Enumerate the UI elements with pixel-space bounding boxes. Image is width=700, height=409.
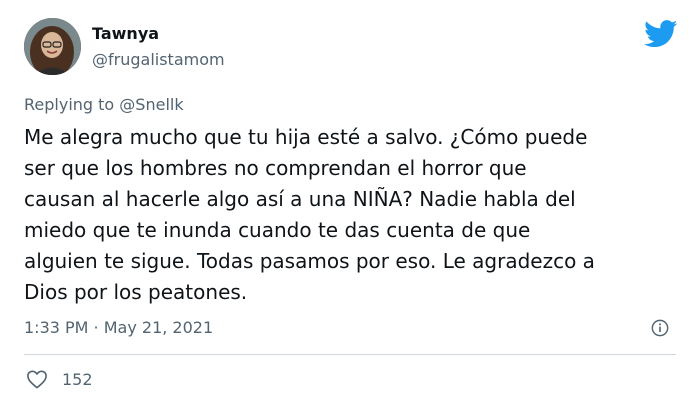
heart-icon[interactable]: [26, 369, 48, 389]
like-count: 152: [62, 369, 93, 389]
tweet-line: Dios por los peatones.: [24, 280, 248, 304]
tweet-line: miedo que te inunda cuando te das cuenta…: [24, 218, 531, 242]
reply-mention-link[interactable]: @Snellk: [119, 95, 183, 114]
twitter-bird-icon[interactable]: [644, 20, 678, 48]
avatar[interactable]: [24, 18, 81, 75]
tweet-timestamp[interactable]: 1:33 PM · May 21, 2021: [24, 318, 213, 337]
tweet-text: Me alegra mucho que tu hija esté a salvo…: [24, 122, 684, 308]
tweet-line: Me alegra mucho que tu hija esté a salvo…: [24, 125, 588, 149]
replying-prefix: Replying to: [24, 95, 115, 114]
author-name[interactable]: Tawnya: [92, 24, 159, 43]
tweet-line: alguien te sigue. Todas pasamos por eso.…: [24, 249, 595, 273]
tweet-line: ser que los hombres no comprendan el hor…: [24, 156, 527, 180]
divider: [24, 354, 676, 355]
like-button[interactable]: 152: [26, 369, 93, 389]
replying-to: Replying to @Snellk: [24, 95, 184, 114]
tweet-line: causan al hacerle algo así a una NIÑA? N…: [24, 187, 576, 211]
author-handle[interactable]: @frugalistamom: [92, 50, 225, 69]
info-icon[interactable]: [651, 319, 669, 337]
